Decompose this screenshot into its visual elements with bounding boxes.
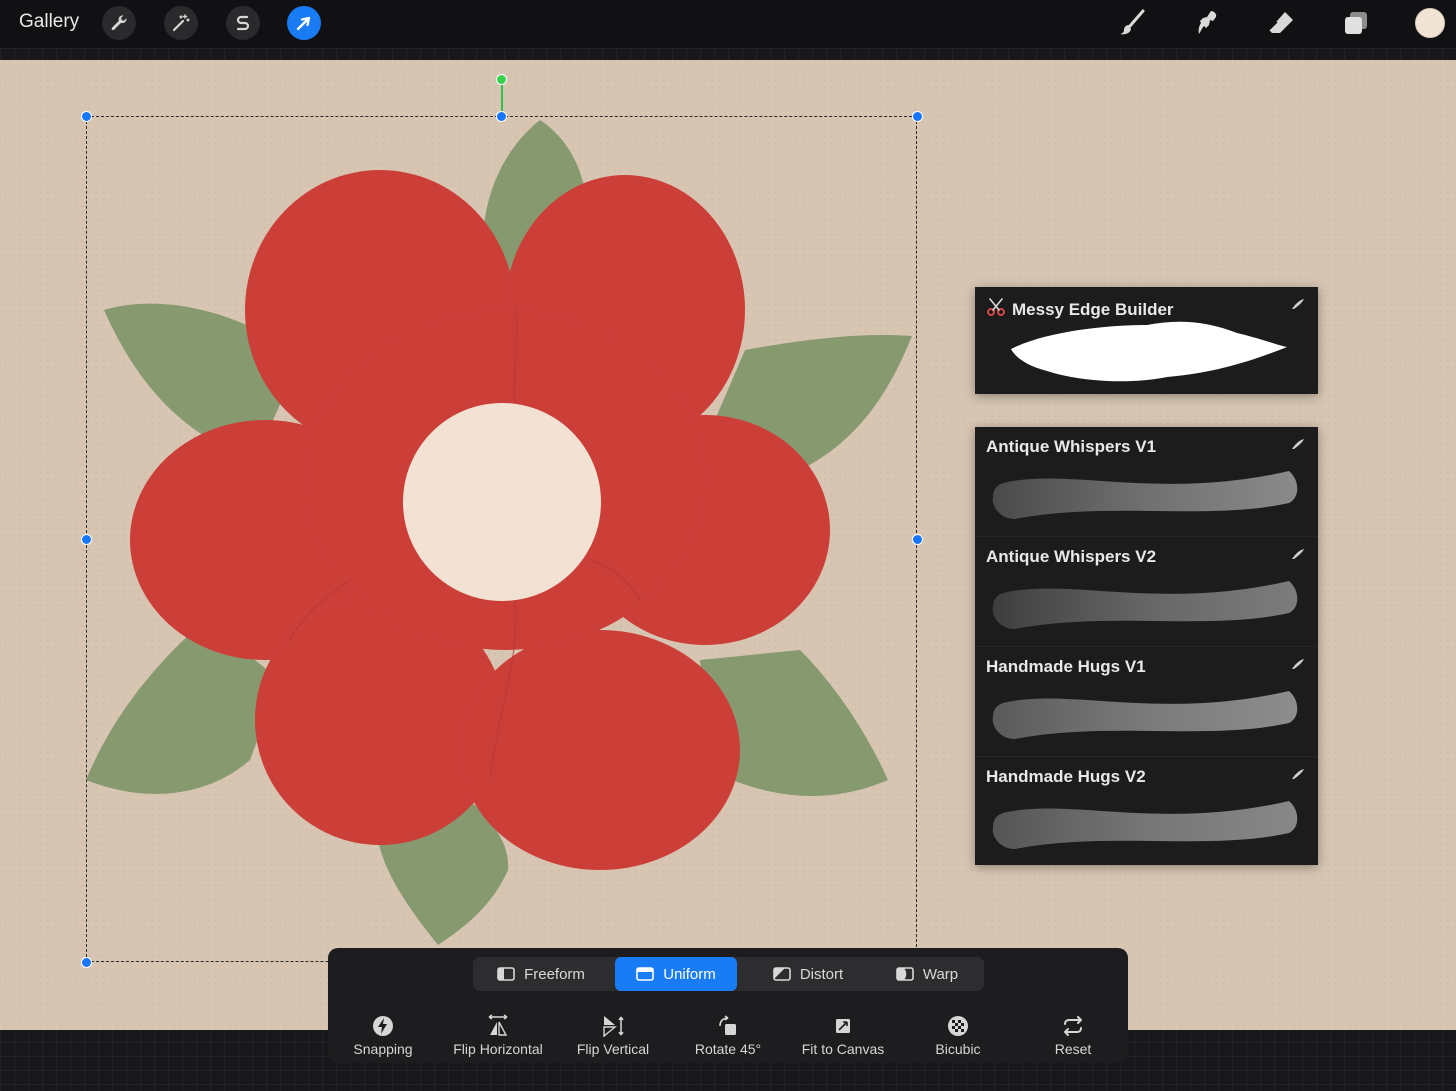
action-label: Rotate 45°: [694, 1041, 762, 1057]
mode-distort[interactable]: Distort: [749, 957, 867, 991]
handle-middle-left[interactable]: [81, 534, 92, 545]
action-label: Reset: [1054, 1041, 1092, 1057]
eraser-icon: [1268, 12, 1293, 33]
snapping-button[interactable]: Snapping: [328, 1014, 438, 1057]
procreate-window: Gallery Messy Edge Builder Antique Whisp…: [0, 0, 1456, 1091]
wrench-icon: [111, 15, 127, 31]
brush-indicator-icon: [1292, 439, 1304, 449]
eraser-tool-button[interactable]: [1264, 6, 1298, 40]
mode-label: Distort: [799, 965, 844, 983]
arrow-cursor-icon: [296, 16, 311, 31]
flip-vertical-icon: [603, 1016, 624, 1038]
brush-indicator-icon: [1292, 659, 1304, 669]
brush-indicator-icon: [1292, 299, 1304, 309]
adjustments-button[interactable]: [164, 6, 198, 40]
handle-top-right[interactable]: [912, 111, 923, 122]
transform-button[interactable]: [287, 6, 321, 40]
reset-button[interactable]: Reset: [1018, 1014, 1128, 1057]
warp-icon: [896, 967, 914, 981]
action-label: Bicubic: [935, 1041, 981, 1057]
brush-name: Handmade Hugs V1: [986, 657, 1146, 676]
fit-to-canvas-button[interactable]: Fit to Canvas: [788, 1014, 898, 1057]
reset-icon: [1064, 1016, 1082, 1036]
brush-item[interactable]: Handmade Hugs V1: [975, 647, 1318, 757]
scissors-icon: [987, 298, 1005, 316]
mode-label: Uniform: [663, 965, 716, 983]
brush-stroke-preview: [992, 691, 1298, 739]
brush-name: Antique Whispers V2: [986, 547, 1157, 566]
selection-s-icon: [236, 15, 250, 31]
mode-uniform[interactable]: Uniform: [615, 957, 737, 991]
top-toolbar: Gallery: [0, 0, 1456, 48]
action-label: Snapping: [353, 1041, 413, 1057]
brush-name: Handmade Hugs V2: [986, 767, 1146, 786]
mode-label: Freeform: [524, 965, 585, 983]
brush-name: Antique Whispers V1: [986, 437, 1157, 456]
action-label: Flip Horizontal: [453, 1041, 543, 1057]
transform-toolbar: Freeform Uniform Distort Warp Snapping F…: [328, 948, 1128, 1063]
distort-icon: [773, 967, 791, 981]
action-label: Flip Vertical: [576, 1041, 650, 1057]
current-color-swatch[interactable]: [1415, 8, 1445, 38]
messy-edge-stroke-preview: [1011, 321, 1287, 382]
flip-horizontal-icon: [488, 1014, 508, 1036]
selection-button[interactable]: [226, 6, 260, 40]
rotate-45-button[interactable]: Rotate 45°: [673, 1014, 783, 1057]
flip-horizontal-button[interactable]: Flip Horizontal: [443, 1014, 553, 1057]
brush-indicator-icon: [1292, 549, 1304, 559]
actions-button[interactable]: [102, 6, 136, 40]
featured-brush-card[interactable]: Messy Edge Builder: [975, 287, 1318, 394]
brush-item[interactable]: Antique Whispers V1: [975, 427, 1318, 537]
snapping-icon: [373, 1016, 393, 1036]
brush-list: Antique Whispers V1 Antique Whispers V2 …: [975, 427, 1318, 865]
smudge-icon: [1198, 11, 1217, 34]
fit-canvas-icon: [836, 1019, 850, 1033]
handle-top-center[interactable]: [496, 111, 507, 122]
gallery-button[interactable]: Gallery: [19, 11, 79, 33]
brush-stroke-preview: [992, 801, 1298, 849]
smudge-tool-button[interactable]: [1190, 6, 1224, 40]
bicubic-button[interactable]: Bicubic: [903, 1014, 1013, 1057]
petal-bottom-right: [460, 630, 740, 870]
mode-freeform[interactable]: Freeform: [479, 957, 603, 991]
action-label: Fit to Canvas: [801, 1041, 885, 1057]
rotation-handle[interactable]: [496, 74, 507, 85]
flower-center: [403, 403, 601, 601]
brush-indicator-icon: [1292, 769, 1304, 779]
transform-mode-selector: Freeform Uniform Distort Warp: [473, 957, 984, 991]
magic-wand-icon: [172, 14, 190, 32]
rotate-icon: [719, 1015, 736, 1035]
brush-stroke-preview: [992, 581, 1298, 629]
freeform-icon: [497, 967, 515, 981]
brush-item[interactable]: Handmade Hugs V2: [975, 757, 1318, 867]
flip-vertical-button[interactable]: Flip Vertical: [558, 1014, 668, 1057]
bicubic-icon: [948, 1016, 968, 1036]
uniform-icon: [636, 967, 655, 981]
handle-top-left[interactable]: [81, 111, 92, 122]
handle-middle-right[interactable]: [912, 534, 923, 545]
handle-bottom-left[interactable]: [81, 957, 92, 968]
mode-label: Warp: [922, 965, 959, 983]
brush-stroke-preview: [992, 471, 1298, 519]
brush-tool-button[interactable]: [1115, 6, 1149, 40]
layers-tool-button[interactable]: [1339, 6, 1373, 40]
brush-icon: [1120, 9, 1145, 35]
brush-item[interactable]: Antique Whispers V2: [975, 537, 1318, 647]
mode-warp[interactable]: Warp: [877, 957, 977, 991]
layers-icon: [1345, 12, 1367, 34]
